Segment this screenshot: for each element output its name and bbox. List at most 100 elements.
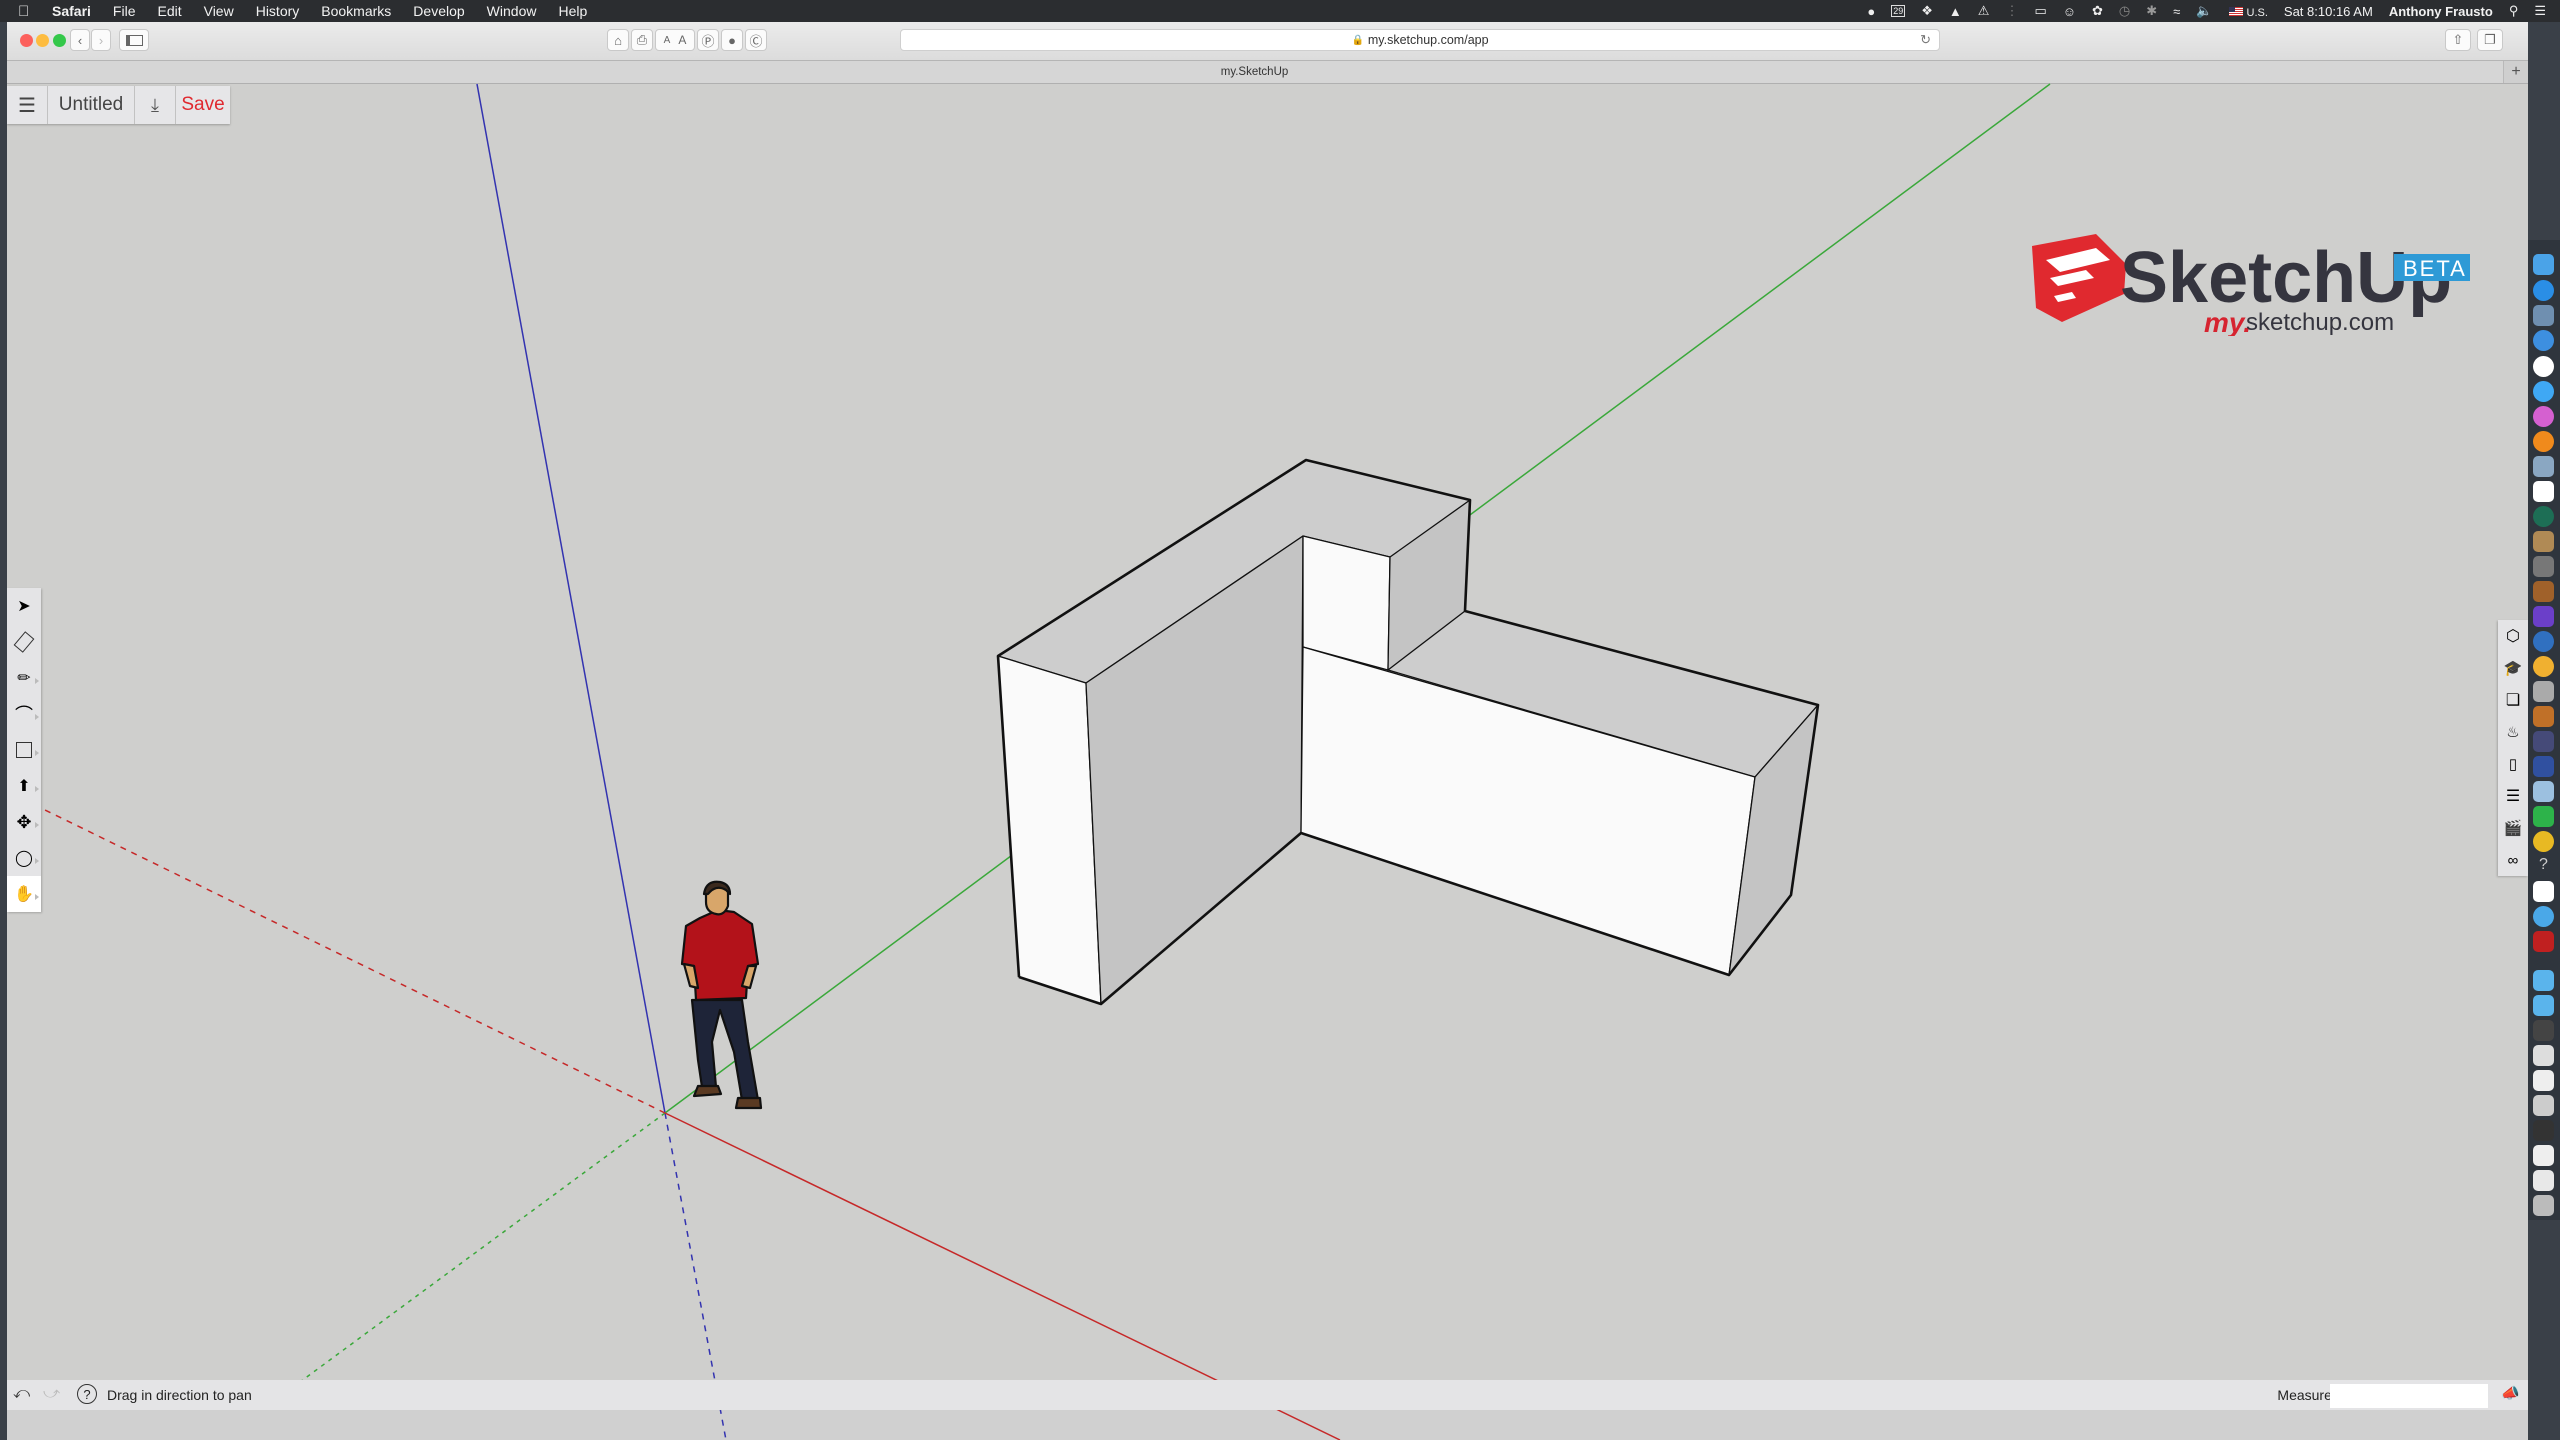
- dock-contacts-icon[interactable]: [2533, 531, 2554, 552]
- menu-history[interactable]: History: [256, 3, 300, 19]
- bluetooth-icon[interactable]: ✱: [2146, 3, 2157, 19]
- google-drive-icon[interactable]: ▲: [1949, 4, 1962, 19]
- menu-develop[interactable]: Develop: [413, 3, 464, 19]
- model-geometry[interactable]: [996, 458, 1820, 1006]
- dock-quill-icon[interactable]: [2533, 731, 2554, 752]
- display-panel-button[interactable]: ∞: [2498, 844, 2528, 876]
- ifttt-icon[interactable]: ✿: [2092, 3, 2103, 19]
- dock-ibooks-icon[interactable]: [2533, 431, 2554, 452]
- menu-help[interactable]: Help: [558, 3, 587, 19]
- volume-icon[interactable]: 🔈: [2196, 3, 2212, 19]
- tool-palette: ➤ ✏ ⌒ ⬆ ✥ ◯ ✋: [7, 588, 41, 912]
- dock-fantastical-icon[interactable]: [2533, 881, 2554, 902]
- menu-file[interactable]: File: [113, 3, 136, 19]
- dropbox-icon[interactable]: ❖: [1921, 3, 1933, 19]
- dock-folder-icon[interactable]: [2533, 995, 2554, 1016]
- dock-downloads-folder-icon[interactable]: [2533, 970, 2554, 991]
- alert-drive-icon[interactable]: ⚠: [1978, 3, 1990, 19]
- menu-view[interactable]: View: [204, 3, 234, 19]
- entity-info-panel-button[interactable]: ⬡: [2498, 620, 2528, 652]
- line-tool[interactable]: ✏: [7, 660, 41, 696]
- dock-time-machine-icon[interactable]: [2533, 506, 2554, 527]
- dock-app-store-icon[interactable]: [2533, 280, 2554, 301]
- dock-photos-icon[interactable]: [2533, 656, 2554, 677]
- calendar-icon[interactable]: 29: [1891, 5, 1906, 17]
- dock-finder-icon[interactable]: [2533, 254, 2554, 275]
- step-front-face[interactable]: [1302, 535, 1391, 671]
- select-tool[interactable]: ➤: [7, 588, 41, 624]
- dock-keynote-icon[interactable]: [2533, 706, 2554, 727]
- dock-window-thumb-icon[interactable]: [2533, 1070, 2554, 1091]
- dock-window-thumb-icon[interactable]: [2533, 1120, 2554, 1141]
- arc-tool[interactable]: ⌒: [7, 696, 41, 732]
- dock-itunes-icon[interactable]: [2533, 406, 2554, 427]
- dock-garageband-icon[interactable]: [2533, 581, 2554, 602]
- dock-window-thumb-icon[interactable]: [2533, 1020, 2554, 1041]
- menu-bookmarks[interactable]: Bookmarks: [321, 3, 391, 19]
- push-pull-tool[interactable]: ⬆: [7, 768, 41, 804]
- undo-button[interactable]: ⤺: [13, 1385, 30, 1403]
- evernote-icon[interactable]: ●: [1867, 4, 1875, 19]
- dock-window-thumb-icon[interactable]: [2533, 1145, 2554, 1166]
- menubar-user[interactable]: Anthony Frausto: [2389, 4, 2493, 19]
- dock-window-thumb-icon[interactable]: [2533, 1045, 2554, 1066]
- dock-system-preferences-icon[interactable]: [2533, 556, 2554, 577]
- materials-panel-button[interactable]: ♨: [2498, 716, 2528, 748]
- menu-edit[interactable]: Edit: [157, 3, 181, 19]
- dock-window-thumb-icon[interactable]: [2533, 1095, 2554, 1116]
- tool-flyout-indicator: [35, 678, 39, 684]
- dock-preview-icon[interactable]: [2533, 305, 2554, 326]
- apple-menu-icon[interactable]: : [18, 3, 40, 20]
- dock-network-icon[interactable]: [2533, 631, 2554, 652]
- dock-trash-icon[interactable]: [2533, 1195, 2554, 1216]
- dock-evernote-icon[interactable]: [2533, 806, 2554, 827]
- dock-window-thumb-icon[interactable]: [2533, 1170, 2554, 1191]
- rectangle-tool[interactable]: [7, 732, 41, 768]
- time-machine-icon[interactable]: ◷: [2119, 3, 2130, 19]
- menu-app-safari[interactable]: Safari: [52, 3, 91, 19]
- dock-image-capture-icon[interactable]: [2533, 781, 2554, 802]
- scenes-panel-button[interactable]: 🎬: [2498, 812, 2528, 844]
- tape-measure-tool[interactable]: ◯: [7, 840, 41, 876]
- dock-chrome-icon[interactable]: [2533, 831, 2554, 852]
- dock-airport-icon[interactable]: [2533, 906, 2554, 927]
- measurements-input[interactable]: [2330, 1384, 2488, 1408]
- left-wall-outer-face[interactable]: [997, 655, 1102, 1005]
- notification-center-icon[interactable]: ☰: [2534, 3, 2546, 19]
- dock-photos-viewer-icon[interactable]: [2533, 456, 2554, 477]
- person-figure[interactable]: [680, 880, 763, 1110]
- eraser-tool[interactable]: [7, 624, 41, 660]
- dock-acrobat-icon[interactable]: [2533, 931, 2554, 952]
- move-tool[interactable]: ✥: [7, 804, 41, 840]
- instructor-panel-button[interactable]: 🎓: [2498, 652, 2528, 684]
- redo-button[interactable]: ⤻: [43, 1385, 60, 1403]
- layers-panel-button[interactable]: ☰: [2498, 780, 2528, 812]
- dock-calendar-icon[interactable]: [2533, 481, 2554, 502]
- dock-charts-icon[interactable]: [2533, 756, 2554, 777]
- main-menu-button[interactable]: ☰: [7, 86, 48, 124]
- feedback-button[interactable]: 📣: [2501, 1384, 2520, 1402]
- menubar-clock[interactable]: Sat 8:10:16 AM: [2284, 4, 2373, 19]
- dock-imovie-icon[interactable]: [2533, 606, 2554, 627]
- download-button[interactable]: ⤓: [135, 86, 176, 124]
- sketchup-viewport[interactable]: SketchUp BETA my. sketchup.com ☰ Untitle…: [7, 83, 2528, 1440]
- input-source[interactable]: U.S.: [2228, 4, 2268, 19]
- styles-panel-button[interactable]: ▯: [2498, 748, 2528, 780]
- accessibility-icon[interactable]: ☺: [2063, 4, 2076, 19]
- components-panel-button[interactable]: ❏: [2498, 684, 2528, 716]
- dock-help-icon[interactable]: ?: [2533, 856, 2554, 877]
- dock-numbers-icon[interactable]: [2533, 681, 2554, 702]
- pan-tool[interactable]: ✋: [7, 876, 41, 912]
- status-bar: ⤺ ⤻ ? Drag in direction to pan Measureme…: [7, 1380, 2528, 1410]
- fitbit-icon[interactable]: ⋮: [2005, 3, 2018, 19]
- wifi-icon[interactable]: ≈: [2173, 4, 2180, 19]
- dock-sketchup-icon[interactable]: [2533, 356, 2554, 377]
- document-title[interactable]: Untitled: [48, 86, 135, 124]
- spotlight-icon[interactable]: ⚲: [2509, 3, 2519, 19]
- save-button[interactable]: Save: [176, 86, 230, 124]
- airplay-icon[interactable]: ▭: [2034, 3, 2046, 19]
- dock-messages-icon[interactable]: [2533, 381, 2554, 402]
- menu-window[interactable]: Window: [487, 3, 537, 19]
- help-button[interactable]: ?: [77, 1384, 97, 1404]
- dock-safari-icon[interactable]: [2533, 330, 2554, 351]
